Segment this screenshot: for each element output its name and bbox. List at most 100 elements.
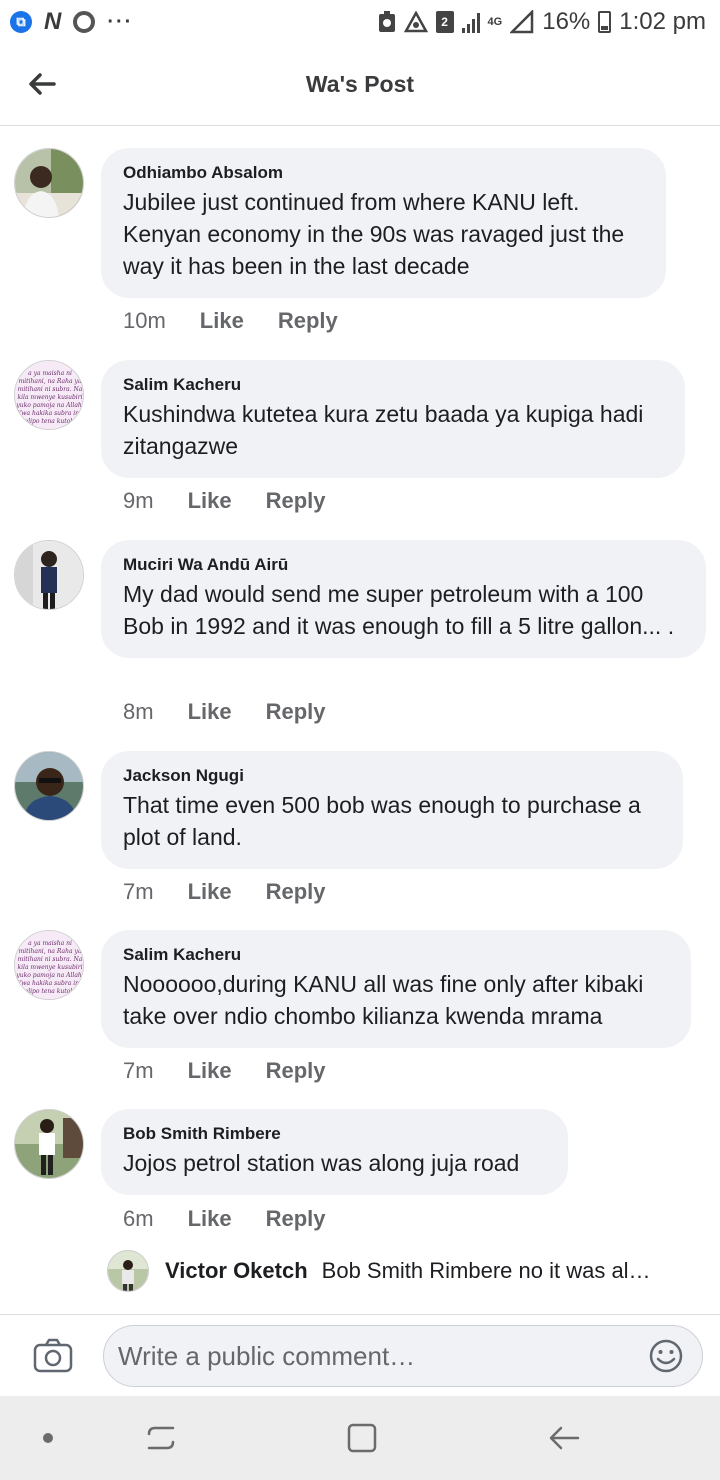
svg-text:mitihani, na Raha ya: mitihani, na Raha ya	[19, 948, 82, 955]
svg-text:a ya maisha ni: a ya maisha ni	[28, 370, 72, 377]
cell-signal-icon	[510, 10, 534, 34]
reply-button[interactable]: Reply	[266, 1058, 326, 1084]
svg-text:Ywa hakika subra ina: Ywa hakika subra ina	[17, 980, 83, 987]
like-button[interactable]: Like	[188, 1206, 232, 1232]
avatar[interactable]	[107, 1250, 149, 1292]
reply-text: Bob Smith Rimbere no it was al…	[321, 1258, 651, 1283]
reply-button[interactable]: Reply	[278, 308, 338, 334]
svg-text:mlipo tena kutoka: mlipo tena kutoka	[23, 418, 78, 425]
like-button[interactable]: Like	[188, 879, 232, 905]
recent-apps-button[interactable]	[143, 1420, 179, 1456]
camera-icon	[33, 1338, 73, 1373]
comment-bubble[interactable]: Jackson Ngugi That time even 500 bob was…	[101, 751, 683, 869]
comment-bubble[interactable]: Salim Kacheru Kushindwa kutetea kura zet…	[101, 360, 685, 478]
battery-icon	[598, 11, 612, 33]
back-nav-button[interactable]	[546, 1420, 582, 1456]
back-button[interactable]	[22, 64, 62, 104]
like-button[interactable]: Like	[200, 308, 244, 334]
svg-text:mlipo tena kutoka: mlipo tena kutoka	[23, 988, 78, 995]
svg-text:kila mwenye kusubiri: kila mwenye kusubiri	[17, 964, 82, 971]
comment-input[interactable]	[118, 1340, 628, 1372]
comment-author[interactable]: Bob Smith Rimbere	[123, 1123, 546, 1145]
comments-list[interactable]: Odhiambo Absalom Jubilee just continued …	[0, 126, 720, 1314]
comment-text: Kushindwa kutetea kura zetu baada ya kup…	[123, 401, 644, 459]
svg-text:Ywa hakika subra ina: Ywa hakika subra ina	[17, 410, 83, 417]
comment-time: 10m	[123, 308, 166, 333]
recent-apps-icon	[147, 1426, 175, 1450]
comment-bubble[interactable]: Odhiambo Absalom Jubilee just continued …	[101, 148, 666, 298]
status-bar: ⧉ N ··· 2 4G 16% 1:02 pm	[0, 0, 720, 44]
comment-text: Jojos petrol station was along juja road	[123, 1150, 520, 1176]
reply-button[interactable]: Reply	[266, 1206, 326, 1232]
comment-actions: 6m Like Reply	[123, 1206, 326, 1232]
clock: 1:02 pm	[619, 8, 706, 35]
comment-time: 6m	[123, 1206, 154, 1231]
home-icon	[347, 1423, 377, 1453]
comment-time: 8m	[123, 699, 154, 724]
dot-icon	[43, 1433, 53, 1443]
avatar[interactable]	[14, 1109, 84, 1179]
avatar[interactable]	[14, 148, 84, 218]
svg-text:yuko pamoja na Allah.: yuko pamoja na Allah.	[15, 402, 83, 409]
reply-author[interactable]: Victor Oketch	[165, 1258, 308, 1284]
like-button[interactable]: Like	[188, 699, 232, 725]
comment-author[interactable]: Salim Kacheru	[123, 374, 663, 396]
comment-input-box[interactable]	[103, 1325, 703, 1387]
comment-author[interactable]: Jackson Ngugi	[123, 765, 661, 787]
comment-bubble[interactable]: Muciri Wa Andū Airū My dad would send me…	[101, 540, 706, 658]
svg-text:mitihani, na Raha ya: mitihani, na Raha ya	[19, 378, 82, 385]
svg-text:mitihani ni subra. Na: mitihani ni subra. Na	[18, 956, 83, 963]
comment-text: My dad would send me super petroleum wit…	[123, 581, 675, 639]
svg-text:mitihani ni subra. Na: mitihani ni subra. Na	[18, 386, 83, 393]
comment-author[interactable]: Muciri Wa Andū Airū	[123, 554, 684, 576]
data-saver-icon	[403, 11, 428, 33]
comment-actions: 7m Like Reply	[123, 1058, 326, 1084]
comment-actions: 8m Like Reply	[123, 699, 326, 725]
comment-author[interactable]: Odhiambo Absalom	[123, 162, 644, 184]
comment-bubble[interactable]: Salim Kacheru Noooooo,during KANU all wa…	[101, 930, 691, 1048]
avatar[interactable]: a ya maisha ni mitihani, na Raha ya miti…	[14, 930, 84, 1000]
comment-actions: 9m Like Reply	[123, 488, 326, 514]
comment-text: That time even 500 bob was enough to pur…	[123, 792, 641, 850]
battery-percent: 16%	[542, 8, 591, 35]
app-notification-icon: ⧉	[10, 11, 32, 33]
back-icon	[549, 1426, 580, 1450]
back-arrow-icon	[29, 73, 56, 95]
emoji-icon	[649, 1339, 683, 1373]
avatar[interactable]: a ya maisha ni mitihani, na Raha ya miti…	[14, 360, 84, 430]
reply-button[interactable]: Reply	[266, 879, 326, 905]
comment-text: Jubilee just continued from where KANU l…	[123, 189, 625, 279]
comment-text: Noooooo,during KANU all was fine only af…	[123, 971, 644, 1029]
home-button[interactable]	[344, 1420, 380, 1456]
comment-composer	[0, 1314, 720, 1396]
avatar[interactable]	[14, 540, 84, 610]
comment-time: 9m	[123, 488, 154, 513]
like-button[interactable]: Like	[188, 488, 232, 514]
comment-bubble[interactable]: Bob Smith Rimbere Jojos petrol station w…	[101, 1109, 568, 1195]
svg-text:a ya maisha ni: a ya maisha ni	[28, 940, 72, 947]
comment-time: 7m	[123, 879, 154, 904]
reply-button[interactable]: Reply	[266, 699, 326, 725]
like-button[interactable]: Like	[188, 1058, 232, 1084]
system-nav-bar	[0, 1396, 720, 1480]
comment-author[interactable]: Salim Kacheru	[123, 944, 669, 966]
avatar[interactable]	[14, 751, 84, 821]
chrome-icon	[73, 11, 96, 33]
nav-dot-button[interactable]	[30, 1420, 66, 1456]
camera-button[interactable]	[33, 1337, 73, 1373]
svg-text:yuko pamoja na Allah.: yuko pamoja na Allah.	[15, 972, 83, 979]
more-notifications-icon: ···	[107, 10, 134, 33]
post-header: Wa's Post	[0, 44, 720, 126]
emoji-button[interactable]	[648, 1338, 684, 1374]
svg-text:kila mwenye kusubiri: kila mwenye kusubiri	[17, 394, 82, 401]
n-app-icon: N	[44, 8, 62, 35]
reply-preview[interactable]: Victor Oketch Bob Smith Rimbere no it wa…	[107, 1250, 707, 1292]
comment-time: 7m	[123, 1058, 154, 1083]
signal-bars-icon	[461, 11, 480, 33]
sim-icon: 2	[435, 11, 454, 33]
recycle-icon	[378, 11, 396, 33]
comment-actions: 10m Like Reply	[123, 308, 338, 334]
page-title: Wa's Post	[305, 71, 415, 97]
network-type-label: 4G	[487, 16, 503, 28]
reply-button[interactable]: Reply	[266, 488, 326, 514]
